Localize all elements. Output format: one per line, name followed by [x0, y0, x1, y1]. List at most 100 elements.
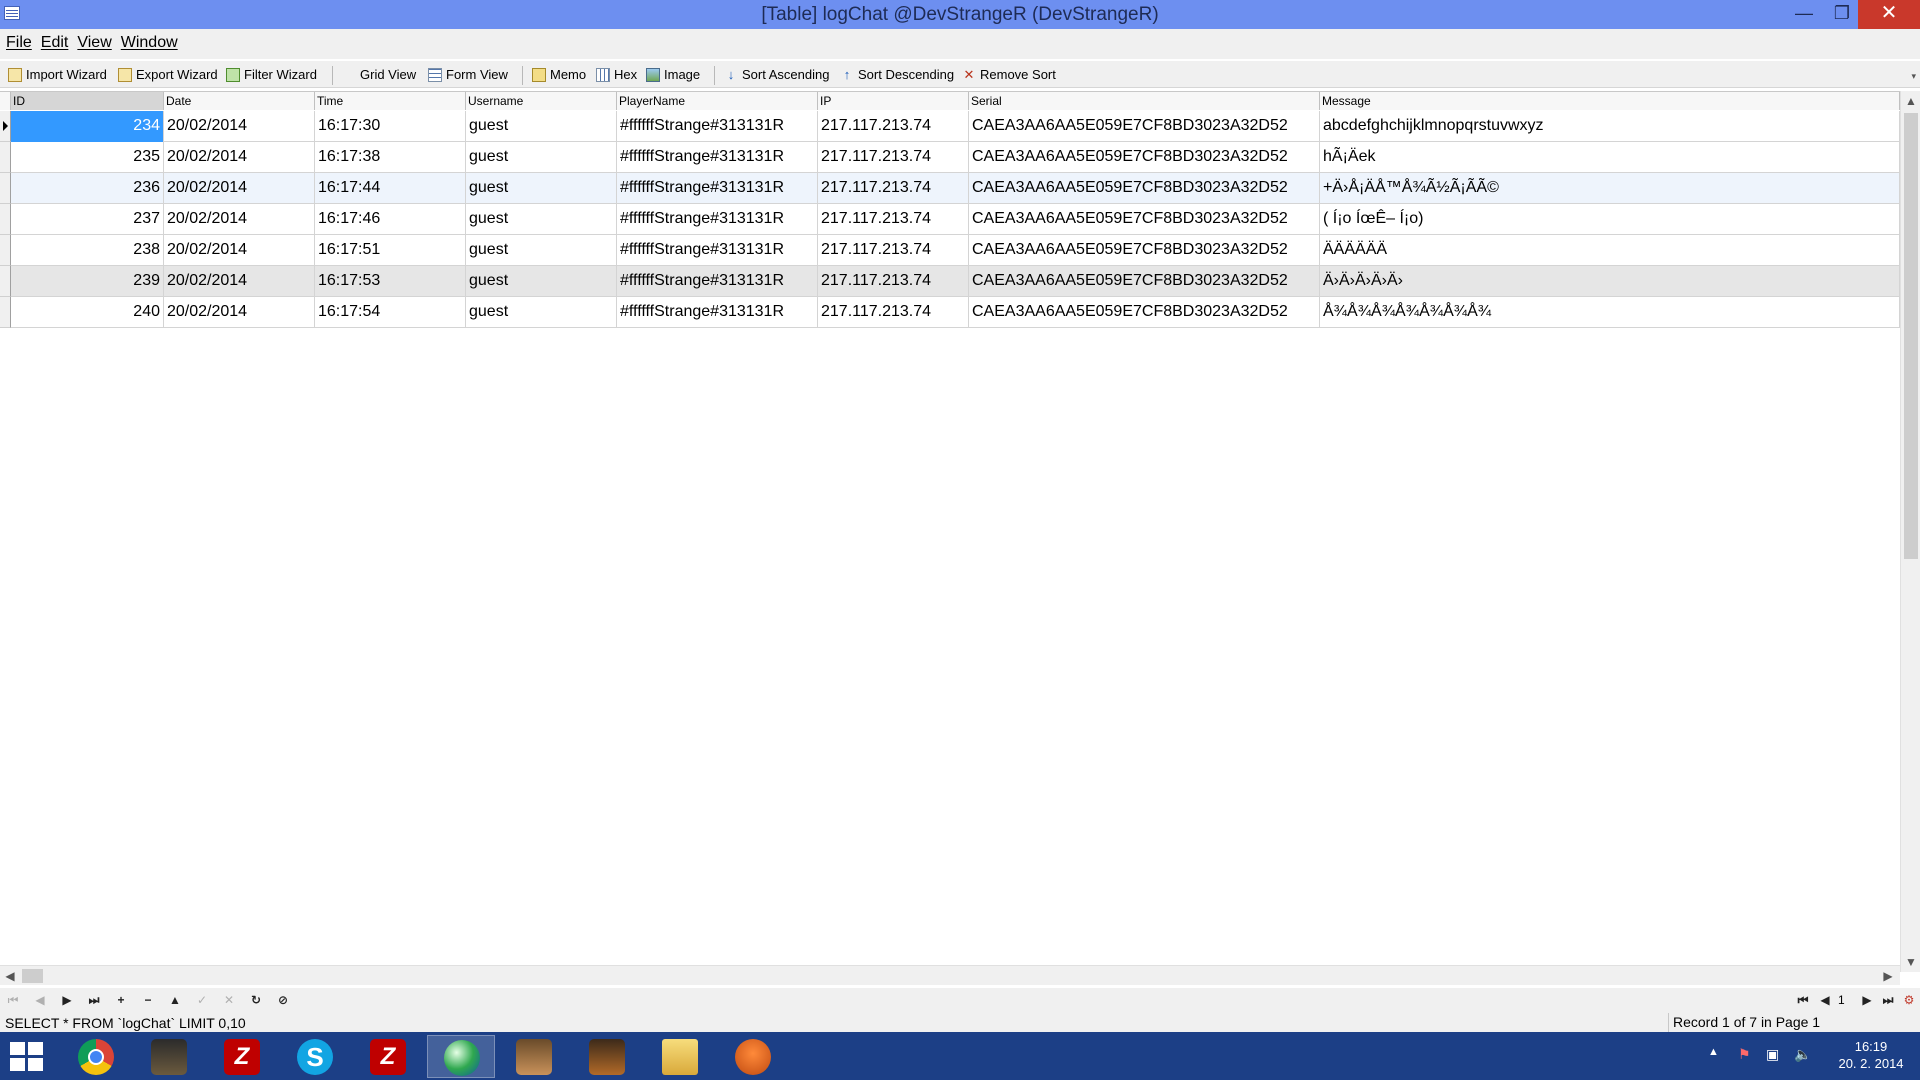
- next-page-icon[interactable]: ▶: [1858, 991, 1876, 1009]
- cell-time[interactable]: 16:17:46: [315, 204, 466, 235]
- scroll-right-icon[interactable]: ▶: [1878, 966, 1898, 986]
- menu-view[interactable]: View: [71, 29, 114, 52]
- table-row[interactable]: 236 20/02/2014 16:17:44 guest #ffffffStrange…: [11, 173, 1900, 204]
- table-row[interactable]: 240 20/02/2014 16:17:54 guest #ffffffStrange…: [11, 297, 1900, 328]
- column-header-time[interactable]: Time: [315, 92, 466, 110]
- insert-record-icon[interactable]: +: [112, 991, 130, 1009]
- taskbar-clock[interactable]: 16:19 20. 2. 2014: [1830, 1038, 1912, 1072]
- column-header-serial[interactable]: Serial: [969, 92, 1320, 110]
- column-header-username[interactable]: Username: [466, 92, 617, 110]
- cell-username[interactable]: guest: [466, 235, 617, 266]
- form-view-button[interactable]: Form View: [428, 65, 508, 85]
- cell-username[interactable]: guest: [466, 266, 617, 297]
- prior-page-icon[interactable]: ◀: [1816, 991, 1834, 1009]
- prior-record-icon[interactable]: ◀: [31, 991, 49, 1009]
- cell-time[interactable]: 16:17:54: [315, 297, 466, 328]
- menu-file[interactable]: File: [0, 29, 35, 52]
- cell-id[interactable]: 236: [11, 173, 164, 204]
- import-wizard-button[interactable]: Import Wizard: [8, 65, 107, 85]
- horizontal-scroll-thumb[interactable]: [22, 969, 43, 983]
- cell-ip[interactable]: 217.117.213.74: [818, 173, 969, 204]
- cell-message[interactable]: ÄÄÄÄÄÄ: [1320, 235, 1900, 266]
- cell-playername[interactable]: #ffffffStrange#313131R: [617, 266, 818, 297]
- cell-ip[interactable]: 217.117.213.74: [818, 111, 969, 142]
- cell-time[interactable]: 16:17:51: [315, 235, 466, 266]
- column-header-id[interactable]: ID: [11, 92, 164, 110]
- cell-serial[interactable]: CAEA3AA6AA5E059E7CF8BD3023A32D52: [969, 235, 1320, 266]
- cell-ip[interactable]: 217.117.213.74: [818, 266, 969, 297]
- cell-username[interactable]: guest: [466, 204, 617, 235]
- scroll-up-icon[interactable]: ▲: [1901, 91, 1920, 111]
- volume-icon[interactable]: 🔈: [1794, 1046, 1811, 1063]
- cell-serial[interactable]: CAEA3AA6AA5E059E7CF8BD3023A32D52: [969, 111, 1320, 142]
- filezilla-server-taskbar-button[interactable]: Z: [354, 1035, 422, 1078]
- vertical-scroll-thumb[interactable]: [1904, 113, 1918, 559]
- cell-ip[interactable]: 217.117.213.74: [818, 235, 969, 266]
- cell-username[interactable]: guest: [466, 297, 617, 328]
- chrome-taskbar-button[interactable]: [62, 1035, 130, 1078]
- menu-edit[interactable]: Edit: [35, 29, 72, 52]
- row-indicator[interactable]: [0, 204, 11, 235]
- cell-message[interactable]: Å¾Å¾Å¾Å¾Å¾Å¾Å¾: [1320, 297, 1900, 328]
- toolbar-overflow-icon[interactable]: ▾: [1911, 71, 1916, 82]
- cell-date[interactable]: 20/02/2014: [164, 297, 315, 328]
- grid-view-button[interactable]: Grid View: [342, 65, 416, 173]
- discard-changes-icon[interactable]: ✕: [220, 991, 238, 1009]
- glove-app-taskbar-button[interactable]: [719, 1035, 787, 1078]
- image-button[interactable]: Image: [646, 65, 700, 85]
- cell-date[interactable]: 20/02/2014: [164, 111, 315, 142]
- row-indicator[interactable]: [0, 235, 11, 266]
- column-header-date[interactable]: Date: [164, 92, 315, 110]
- minimize-button[interactable]: —: [1784, 0, 1824, 29]
- first-page-icon[interactable]: ⏮: [1794, 991, 1812, 1009]
- table-row[interactable]: 237 20/02/2014 16:17:46 guest #ffffffStrange…: [11, 204, 1900, 235]
- file-explorer-taskbar-button[interactable]: [646, 1035, 714, 1078]
- network-icon[interactable]: ▣: [1766, 1046, 1779, 1063]
- show-hidden-icons-icon[interactable]: ▲: [1708, 1046, 1719, 1058]
- row-indicator[interactable]: [0, 111, 11, 142]
- refresh-icon[interactable]: ↻: [247, 991, 265, 1009]
- cell-ip[interactable]: 217.117.213.74: [818, 297, 969, 328]
- cell-id[interactable]: 235: [11, 142, 164, 173]
- cell-message[interactable]: abcdefghchijklmnopqrstuvwxyz: [1320, 111, 1900, 142]
- cell-playername[interactable]: #ffffffStrange#313131R: [617, 142, 818, 173]
- cell-ip[interactable]: 217.117.213.74: [818, 142, 969, 173]
- last-record-icon[interactable]: ⏭: [85, 991, 103, 1009]
- windows-start-icon[interactable]: [10, 1042, 44, 1072]
- memo-button[interactable]: Memo: [532, 65, 586, 85]
- vertical-scrollbar[interactable]: ▲ ▼: [1900, 91, 1920, 972]
- sort-descending-button[interactable]: ↑ Sort Descending: [840, 65, 954, 85]
- cell-id[interactable]: 240: [11, 297, 164, 328]
- column-header-message[interactable]: Message: [1320, 92, 1900, 110]
- cell-serial[interactable]: CAEA3AA6AA5E059E7CF8BD3023A32D52: [969, 266, 1320, 297]
- game-taskbar-button[interactable]: [573, 1035, 641, 1078]
- apply-changes-icon[interactable]: ✓: [193, 991, 211, 1009]
- maximize-button[interactable]: ❐: [1822, 0, 1862, 29]
- menu-window[interactable]: Window: [115, 29, 181, 52]
- cell-id[interactable]: 237: [11, 204, 164, 235]
- navicat-taskbar-button[interactable]: [427, 1035, 495, 1078]
- cell-message[interactable]: hÃ¡Äek: [1320, 142, 1900, 173]
- cell-id[interactable]: 239: [11, 266, 164, 297]
- cell-serial[interactable]: CAEA3AA6AA5E059E7CF8BD3023A32D52: [969, 173, 1320, 204]
- cell-time[interactable]: 16:17:38: [315, 142, 466, 173]
- filter-wizard-button[interactable]: Filter Wizard: [226, 65, 317, 85]
- column-header-playername[interactable]: PlayerName: [617, 92, 818, 110]
- cell-message[interactable]: +Ä›Å¡ÄÅ™Å¾Ã½Ã¡Ã­Ã©: [1320, 173, 1900, 204]
- cell-username[interactable]: guest: [466, 111, 617, 142]
- delete-record-icon[interactable]: −: [139, 991, 157, 1009]
- cell-playername[interactable]: #ffffffStrange#313131R: [617, 111, 818, 142]
- cell-playername[interactable]: #ffffffStrange#313131R: [617, 204, 818, 235]
- cell-date[interactable]: 20/02/2014: [164, 142, 315, 173]
- sort-ascending-button[interactable]: ↓ Sort Ascending: [724, 65, 830, 85]
- cell-message[interactable]: ( Í¡o ÍœÊ– Í¡o): [1320, 204, 1900, 235]
- cell-id[interactable]: 234: [11, 111, 164, 142]
- edit-record-icon[interactable]: ▲: [166, 991, 184, 1009]
- cell-playername[interactable]: #ffffffStrange#313131R: [617, 173, 818, 204]
- hex-button[interactable]: Hex: [596, 65, 637, 85]
- cell-date[interactable]: 20/02/2014: [164, 204, 315, 235]
- skype-taskbar-button[interactable]: S: [281, 1035, 349, 1078]
- row-indicator[interactable]: [0, 142, 11, 173]
- cell-date[interactable]: 20/02/2014: [164, 173, 315, 204]
- cell-time[interactable]: 16:17:44: [315, 173, 466, 204]
